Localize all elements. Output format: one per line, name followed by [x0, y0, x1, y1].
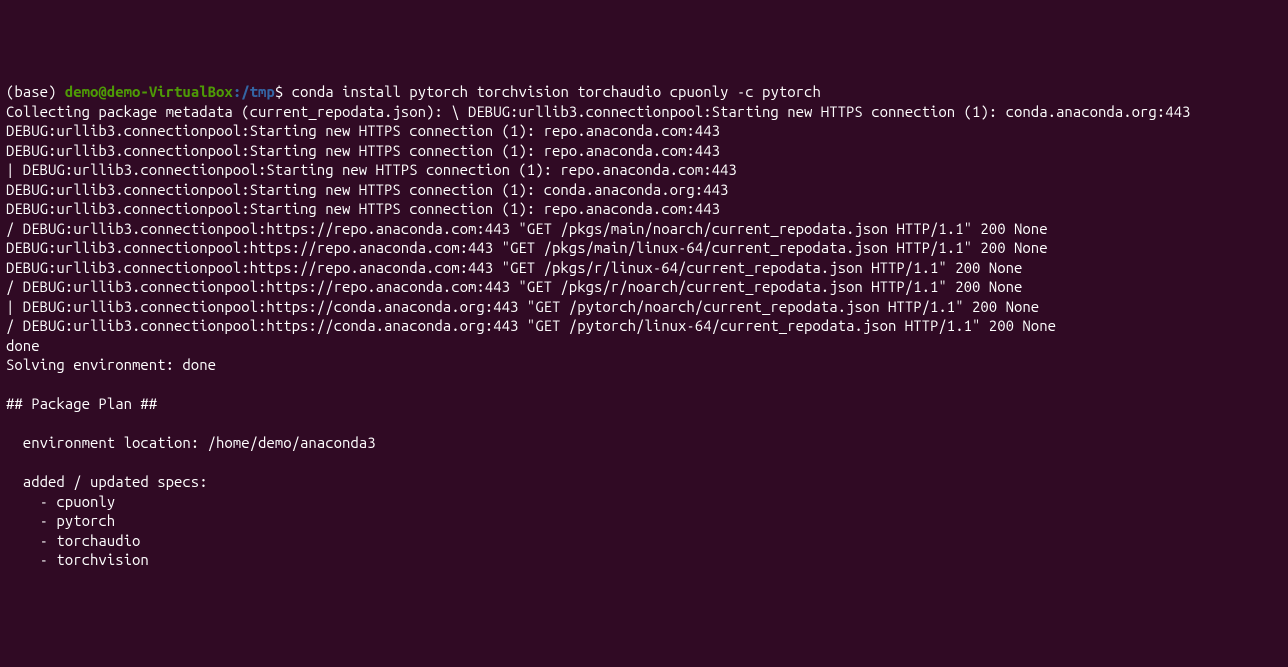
prompt-dollar: $ [275, 83, 292, 100]
command-text: conda install pytorch torchvision torcha… [292, 83, 821, 100]
output-line: Collecting package metadata (current_rep… [6, 102, 1282, 122]
output-line: / DEBUG:urllib3.connectionpool:https://c… [6, 316, 1282, 336]
output-line: Solving environment: done [6, 355, 1282, 375]
output-line: - pytorch [6, 511, 1282, 531]
output-line: DEBUG:urllib3.connectionpool:https://rep… [6, 258, 1282, 278]
output-line: DEBUG:urllib3.connectionpool:Starting ne… [6, 199, 1282, 219]
output-line [6, 375, 1282, 395]
output-line: ## Package Plan ## [6, 394, 1282, 414]
output-line: - torchvision [6, 550, 1282, 570]
output-line: DEBUG:urllib3.connectionpool:Starting ne… [6, 141, 1282, 161]
output-line: | DEBUG:urllib3.connectionpool:https://c… [6, 297, 1282, 317]
output-line: / DEBUG:urllib3.connectionpool:https://r… [6, 277, 1282, 297]
output-line: / DEBUG:urllib3.connectionpool:https://r… [6, 219, 1282, 239]
output-line [6, 453, 1282, 473]
terminal-output[interactable]: (base) demo@demo-VirtualBox:/tmp$ conda … [6, 82, 1282, 570]
prompt-colon: : [233, 83, 241, 100]
output-line: environment location: /home/demo/anacond… [6, 433, 1282, 453]
output-line: done [6, 336, 1282, 356]
output-line: DEBUG:urllib3.connectionpool:https://rep… [6, 238, 1282, 258]
output-line [6, 414, 1282, 434]
prompt-path: /tmp [241, 83, 275, 100]
output-line: | DEBUG:urllib3.connectionpool:Starting … [6, 160, 1282, 180]
prompt-line: (base) demo@demo-VirtualBox:/tmp$ conda … [6, 82, 1282, 102]
output-line: - torchaudio [6, 531, 1282, 551]
output-line: DEBUG:urllib3.connectionpool:Starting ne… [6, 180, 1282, 200]
prompt-env: (base) [6, 83, 65, 100]
output-line: - cpuonly [6, 492, 1282, 512]
prompt-user: demo@demo-VirtualBox [65, 83, 233, 100]
output-line: DEBUG:urllib3.connectionpool:Starting ne… [6, 121, 1282, 141]
output-line: added / updated specs: [6, 472, 1282, 492]
